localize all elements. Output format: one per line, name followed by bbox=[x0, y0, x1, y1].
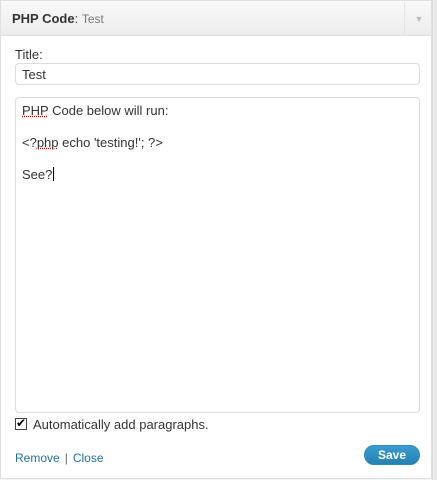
code-line-2-text: echo 'testing!'; ?> bbox=[58, 135, 163, 150]
triangle-down-icon: ▼ bbox=[414, 13, 424, 24]
widget-toggle-button[interactable]: ▼ bbox=[404, 3, 433, 34]
code-line-3: See? bbox=[22, 167, 413, 183]
close-link[interactable]: Close bbox=[73, 451, 104, 465]
spellcheck-word: php bbox=[36, 135, 59, 150]
sidebar-edge bbox=[432, 0, 437, 480]
code-line-2-pre: <? bbox=[22, 135, 37, 150]
text-cursor bbox=[53, 167, 55, 181]
code-line-3-text: See? bbox=[22, 167, 53, 182]
save-button[interactable]: Save bbox=[364, 445, 420, 465]
auto-paragraphs-label[interactable]: Automatically add paragraphs. bbox=[33, 417, 209, 432]
link-separator: | bbox=[64, 451, 68, 465]
widget-title: PHP Code: Test bbox=[12, 11, 104, 26]
spellcheck-word: PHP bbox=[22, 103, 49, 118]
title-label: Title: bbox=[15, 47, 43, 62]
auto-paragraphs-option: ✔ Automatically add paragraphs. bbox=[15, 415, 209, 433]
checkmark-icon: ✔ bbox=[16, 416, 27, 430]
code-line-1: PHP Code below will run: bbox=[22, 103, 413, 119]
widget-name: PHP Code bbox=[12, 11, 75, 26]
widget-panel: PHP Code: Test ▼ Title: PHP Code below w… bbox=[0, 0, 432, 479]
php-code-textarea[interactable]: PHP Code below will run: <?php echo 'tes… bbox=[15, 97, 420, 413]
widget-header[interactable]: PHP Code: Test ▼ bbox=[1, 1, 431, 36]
widget-control-links: Remove | Close bbox=[15, 451, 104, 465]
widget-title-separator: : bbox=[74, 11, 82, 26]
code-line-1-text: Code below will run: bbox=[48, 103, 169, 118]
title-input[interactable] bbox=[15, 63, 420, 85]
remove-link[interactable]: Remove bbox=[15, 451, 60, 465]
auto-paragraphs-checkbox[interactable]: ✔ bbox=[15, 416, 27, 430]
code-line-2: <?php echo 'testing!'; ?> bbox=[22, 135, 413, 151]
widget-instance-title: Test bbox=[81, 12, 104, 26]
